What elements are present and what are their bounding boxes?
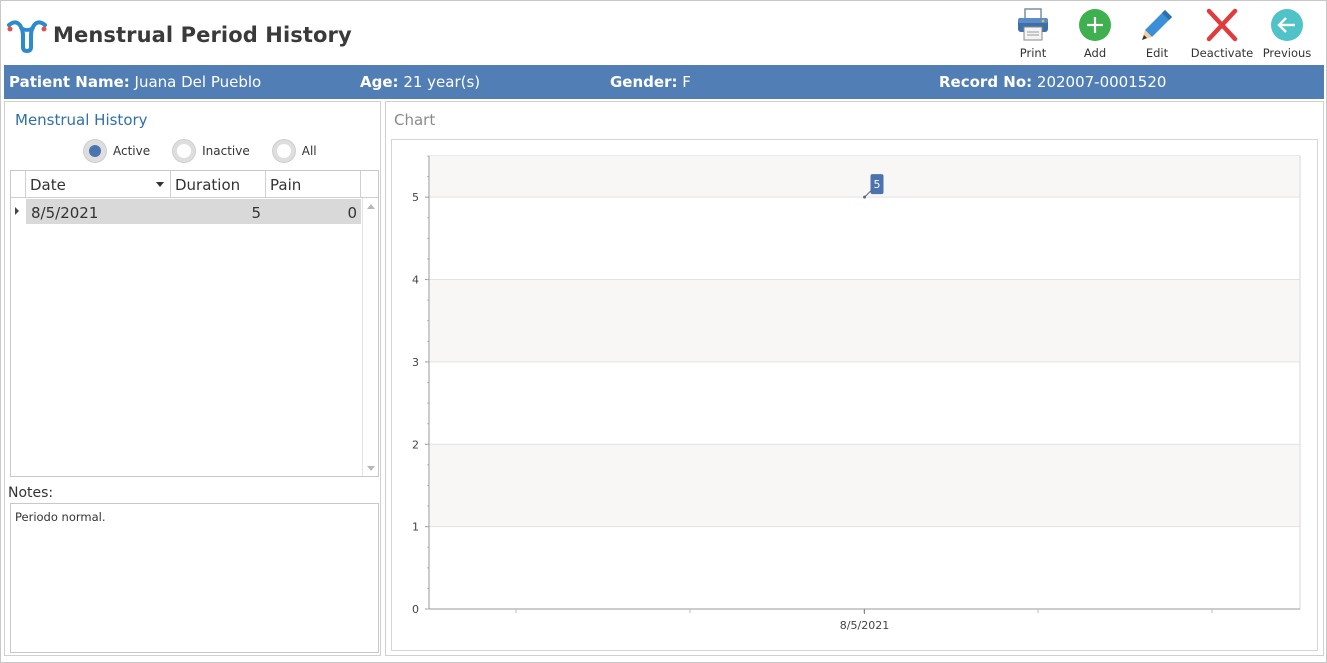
patient-record-label: Record No:: [939, 73, 1033, 91]
patient-gender: Gender: F: [610, 73, 691, 91]
patient-name-value: Juana Del Pueblo: [134, 73, 262, 91]
printer-icon: [1018, 8, 1048, 41]
scroll-down-icon[interactable]: [367, 466, 375, 471]
data-label: 5: [874, 178, 881, 191]
chart-title: Chart: [394, 111, 436, 129]
grid-header: Date Duration Pain: [11, 171, 378, 198]
print-button[interactable]: Print: [1002, 7, 1064, 61]
patient-gender-value: F: [682, 73, 691, 91]
filter-active-radio[interactable]: Active: [83, 139, 150, 163]
deactivate-button[interactable]: Deactivate: [1188, 7, 1256, 61]
patient-name-label: Patient Name:: [9, 73, 130, 91]
y-tick-label: 5: [412, 191, 419, 204]
column-header-duration[interactable]: Duration: [171, 171, 266, 197]
radio-checked-icon: [83, 139, 107, 163]
radio-unchecked-icon: [172, 139, 197, 163]
notes-textarea[interactable]: Periodo normal.: [10, 503, 379, 653]
column-header-pain[interactable]: Pain: [266, 171, 361, 197]
header: Menstrual Period History Print Add Edit …: [1, 1, 1326, 64]
edit-label: Edit: [1145, 46, 1169, 60]
history-panel: Menstrual History Active Inactive All Da…: [4, 101, 381, 656]
add-button[interactable]: Add: [1064, 7, 1126, 61]
cell-date: 8/5/2021: [31, 204, 99, 222]
y-tick-label: 1: [412, 521, 419, 534]
grid-band: [430, 157, 1299, 198]
previous-button[interactable]: Previous: [1256, 7, 1318, 61]
patient-name: Patient Name: Juana Del Pueblo: [9, 73, 261, 91]
grid-band: [430, 279, 1299, 362]
toolbar: Print Add Edit Deactivate Previous: [1002, 7, 1318, 61]
patient-age-label: Age:: [360, 73, 399, 91]
y-tick-label: 4: [412, 274, 419, 287]
patient-age: Age: 21 year(s): [360, 73, 480, 91]
cell-duration: 5: [251, 204, 261, 222]
grid-corner: [11, 171, 26, 197]
filter-inactive-label: Inactive: [202, 144, 250, 158]
deactivate-label: Deactivate: [1190, 46, 1254, 60]
line-chart: 0 1 2 3 4 5 8/5/2021 5: [412, 155, 1301, 632]
filter-all-radio[interactable]: All: [271, 139, 317, 163]
grid-band: [430, 444, 1299, 527]
app-window: Menstrual Period History Print Add Edit …: [0, 0, 1327, 663]
pencil-icon: [1142, 10, 1172, 40]
table-row[interactable]: 8/5/2021 5 0: [26, 199, 361, 224]
previous-label: Previous: [1262, 46, 1312, 60]
sort-desc-icon: [156, 182, 164, 187]
y-tick-label: 2: [412, 438, 419, 451]
column-header-date[interactable]: Date: [26, 171, 171, 197]
arrow-left-icon: [1271, 9, 1303, 41]
scroll-up-icon[interactable]: [367, 204, 375, 209]
x-icon: [1206, 8, 1238, 42]
filter-inactive-radio[interactable]: Inactive: [172, 139, 250, 163]
column-header-duration-label: Duration: [175, 176, 241, 194]
radio-unchecked-icon: [271, 139, 296, 163]
status-filter: Active Inactive All: [83, 139, 339, 163]
history-grid: Date Duration Pain 8/5/2021 5 0: [10, 170, 379, 477]
edit-button[interactable]: Edit: [1126, 7, 1188, 61]
patient-record: Record No: 202007-0001520: [939, 73, 1166, 91]
row-indicator-icon: [15, 207, 19, 215]
column-header-pain-label: Pain: [270, 176, 302, 194]
plot-area: [428, 155, 1301, 610]
page-title: Menstrual Period History: [53, 23, 352, 47]
plus-icon: [1079, 9, 1111, 41]
filter-all-label: All: [301, 144, 317, 158]
patient-age-value: 21 year(s): [403, 73, 481, 91]
patient-info-bar: Patient Name: Juana Del Pueblo Age: 21 y…: [4, 65, 1324, 99]
add-label: Add: [1083, 46, 1107, 60]
grid-scrollbar[interactable]: [362, 198, 378, 476]
cell-pain: 0: [347, 204, 357, 222]
history-title: Menstrual History: [15, 111, 148, 129]
x-tick-label: 8/5/2021: [840, 619, 889, 632]
patient-record-value: 202007-0001520: [1036, 73, 1167, 91]
filter-active-label: Active: [113, 144, 151, 158]
chart-panel: Chart 0 1 2 3 4 5 8/5/2021 5: [385, 101, 1324, 656]
patient-gender-label: Gender:: [610, 73, 678, 91]
chart-frame: 0 1 2 3 4 5 8/5/2021 5: [391, 139, 1318, 651]
uterus-icon: [7, 20, 47, 53]
y-tick-label: 0: [412, 603, 419, 616]
column-header-date-label: Date: [30, 176, 66, 194]
notes-label: Notes:: [8, 485, 54, 501]
print-label: Print: [1019, 46, 1047, 60]
y-tick-label: 3: [412, 356, 419, 369]
